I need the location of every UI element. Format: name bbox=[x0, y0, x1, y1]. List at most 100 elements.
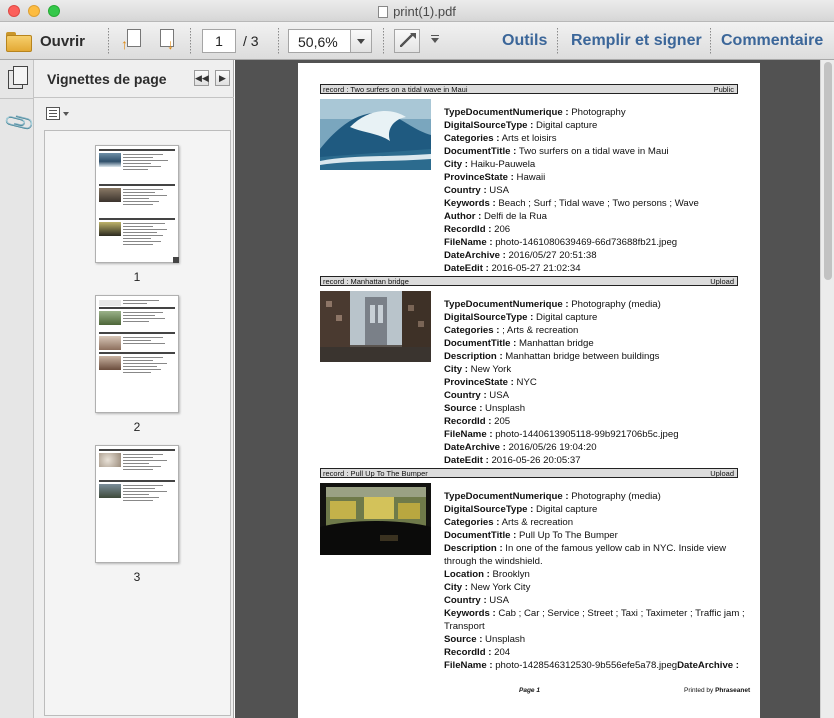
thumb-text-line bbox=[123, 488, 155, 489]
page-thumbnail-1[interactable] bbox=[95, 145, 179, 263]
field-key: City : bbox=[444, 582, 468, 593]
field-value: New York bbox=[467, 364, 512, 375]
field-key: Keywords : bbox=[444, 198, 496, 209]
next-page-button[interactable]: ↓ bbox=[157, 29, 179, 53]
record-header-title: record : Manhattan bridge bbox=[323, 277, 409, 286]
field-key: Description : bbox=[444, 351, 503, 362]
field-value: 2016/05/27 20:51:38 bbox=[505, 250, 597, 261]
thumb-image bbox=[99, 356, 121, 370]
page-thumbnail-2[interactable] bbox=[95, 295, 179, 413]
record-field: City : New York bbox=[444, 363, 511, 376]
thumb-image bbox=[99, 484, 121, 498]
record-status-tag: Upload bbox=[710, 277, 734, 286]
field-value: Haiku-Pauwela bbox=[467, 159, 536, 170]
record-field: DocumentTitle : Manhattan bridge bbox=[444, 337, 594, 350]
field-value: 2016/05/26 19:04:20 bbox=[505, 442, 597, 453]
field-value-continued: through the windshield. bbox=[444, 556, 543, 567]
thumb-text-line bbox=[123, 235, 163, 236]
attachment-paperclip-icon[interactable]: 📎 bbox=[2, 105, 37, 140]
thumb-text-line bbox=[123, 343, 165, 344]
page-footer-number: Page 1 bbox=[519, 687, 540, 694]
thumb-text-line bbox=[123, 201, 159, 202]
record-field: City : Haiku-Pauwela bbox=[444, 158, 535, 171]
field-key: FileName : bbox=[444, 660, 493, 671]
field-value: New York City bbox=[467, 582, 531, 593]
thumb-text-line bbox=[123, 198, 149, 199]
thumb-text-line bbox=[123, 195, 167, 196]
thumb-image bbox=[99, 453, 121, 467]
thumb-text-line bbox=[123, 497, 159, 498]
record-field: DateEdit : 2016-05-27 21:02:34 bbox=[444, 262, 581, 275]
thumb-text-line bbox=[123, 321, 149, 322]
window-title: print(1).pdf bbox=[0, 4, 834, 19]
expand-right-button[interactable]: ▶ bbox=[215, 70, 230, 86]
thumb-text-line bbox=[123, 369, 161, 370]
comment-button[interactable]: Commentaire bbox=[721, 32, 823, 50]
chevron-down-icon[interactable] bbox=[350, 30, 371, 52]
thumb-text-line bbox=[123, 300, 159, 301]
field-key: City : bbox=[444, 159, 468, 170]
field-value: Digital capture bbox=[533, 120, 598, 131]
toolbar-separator bbox=[557, 28, 558, 54]
thumb-text-line bbox=[123, 244, 153, 245]
thumb-text-line bbox=[123, 232, 157, 233]
scrollbar-thumb[interactable] bbox=[824, 62, 832, 280]
field-key: Keywords : bbox=[444, 608, 496, 619]
thumb-text-line bbox=[123, 366, 157, 367]
page-thumbnail-3[interactable] bbox=[95, 445, 179, 563]
thumb-text-line bbox=[123, 238, 151, 239]
thumb-text-line bbox=[123, 491, 167, 492]
thumb-text-line bbox=[123, 166, 161, 167]
title-bar: print(1).pdf bbox=[0, 0, 834, 22]
collapse-left-button[interactable]: ◀◀ bbox=[194, 70, 209, 86]
field-key: DigitalSourceType : bbox=[444, 504, 534, 515]
fit-page-button[interactable] bbox=[394, 29, 420, 53]
thumb-text-line bbox=[123, 457, 153, 458]
zoom-select[interactable]: 50,6% bbox=[288, 29, 372, 53]
taxi-photo-graphic bbox=[320, 483, 431, 555]
field-value: Pull Up To The Bumper bbox=[516, 530, 618, 541]
thumb-text-line bbox=[123, 154, 163, 155]
thumb-image bbox=[99, 336, 121, 350]
page-down-arrow-icon: ↓ bbox=[167, 36, 174, 52]
printed-by-text: Printed by bbox=[684, 687, 716, 694]
more-tools-icon[interactable] bbox=[431, 35, 439, 43]
record-field: Categories : ; Arts & recreation bbox=[444, 324, 578, 337]
field-value: USA bbox=[486, 185, 510, 196]
thumbnail-options-button[interactable] bbox=[46, 107, 70, 121]
page-up-arrow-icon: ↑ bbox=[121, 36, 128, 52]
thumb-record-bar bbox=[99, 449, 175, 451]
field-key: TypeDocumentNumerique : bbox=[444, 107, 569, 118]
fill-sign-button[interactable]: Remplir et signer bbox=[571, 32, 702, 50]
folder-icon bbox=[6, 32, 32, 52]
page-number-input[interactable]: 1 bbox=[202, 29, 236, 53]
field-value: 2016-05-27 21:02:34 bbox=[488, 263, 581, 274]
record-field: Keywords : Beach ; Surf ; Tidal wave ; T… bbox=[444, 197, 699, 210]
field-value: Two surfers on a tidal wave in Maui bbox=[516, 146, 669, 157]
thumb-text-line bbox=[123, 469, 153, 470]
field-value: Digital capture bbox=[533, 312, 598, 323]
record-field: TypeDocumentNumerique : Photography bbox=[444, 106, 626, 119]
thumb-text-line bbox=[123, 163, 151, 164]
toolbar-separator bbox=[190, 28, 191, 54]
field-key: DateArchive : bbox=[677, 660, 739, 671]
field-key: Location : bbox=[444, 569, 490, 580]
open-button[interactable]: Ouvrir bbox=[6, 28, 85, 54]
record-field: Country : USA bbox=[444, 184, 509, 197]
page-thumbnails-icon[interactable] bbox=[8, 66, 28, 90]
open-label: Ouvrir bbox=[40, 32, 86, 50]
record-header: record : Two surfers on a tidal wave in … bbox=[320, 84, 738, 94]
field-value: 205 bbox=[491, 416, 511, 427]
printed-by-brand: Phraseanet bbox=[715, 687, 751, 694]
thumb-text-line bbox=[123, 340, 151, 341]
field-key: Categories : bbox=[444, 133, 500, 144]
previous-page-button[interactable]: ↑ bbox=[121, 29, 143, 53]
record-field: TypeDocumentNumerique : Photography (med… bbox=[444, 298, 661, 311]
record-header-title: record : Pull Up To The Bumper bbox=[323, 469, 428, 478]
field-value: Photography (media) bbox=[568, 491, 661, 502]
vertical-scrollbar[interactable] bbox=[820, 60, 834, 718]
tools-button[interactable]: Outils bbox=[502, 32, 547, 50]
record-field: DateEdit : 2016-05-26 20:05:37 bbox=[444, 454, 581, 467]
thumb-text-line bbox=[123, 315, 155, 316]
field-key: TypeDocumentNumerique : bbox=[444, 299, 569, 310]
